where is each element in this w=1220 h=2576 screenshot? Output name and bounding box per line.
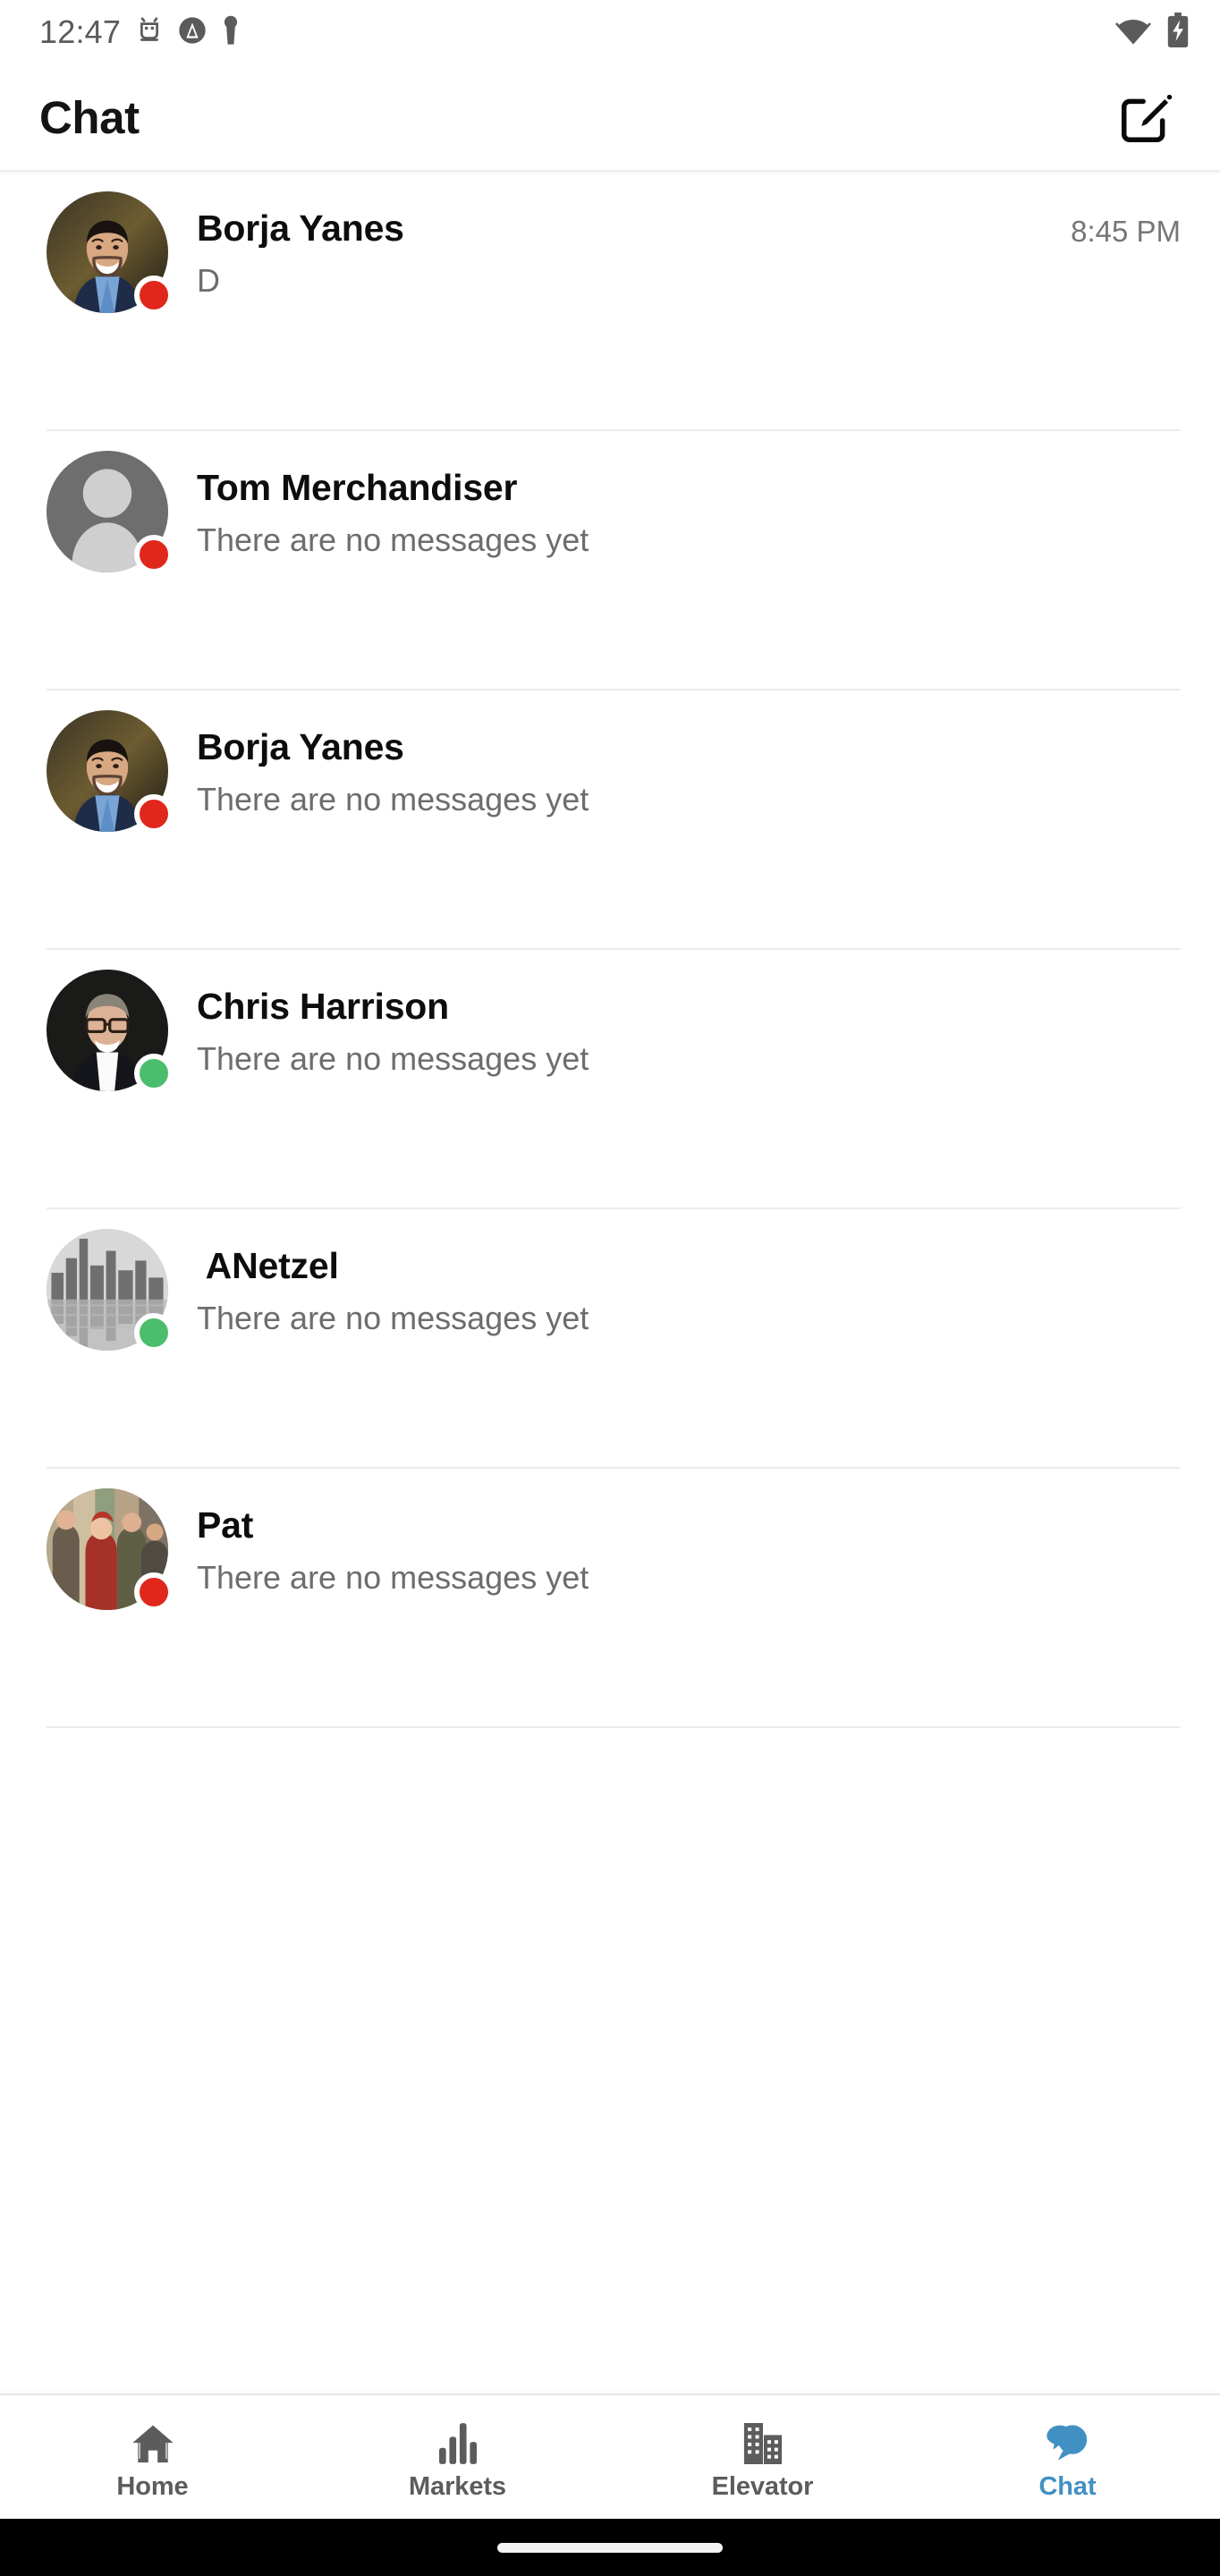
conversation-preview: There are no messages yet <box>197 1560 589 1596</box>
conversation-row[interactable]: Tom Merchandiser There are no messages y… <box>0 431 1220 691</box>
avatar <box>47 970 174 1093</box>
conversation-preview: There are no messages yet <box>197 1301 589 1336</box>
app-header: Chat <box>0 64 1220 172</box>
home-indicator[interactable] <box>497 2542 723 2553</box>
conversation-preview: D <box>197 263 220 299</box>
conversation-text: Borja Yanes D <box>168 172 1071 299</box>
conversation-name: Borja Yanes <box>197 209 404 249</box>
conversation-row[interactable]: ANetzel There are no messages yet <box>0 1209 1220 1469</box>
status-bar: 12:47 <box>0 0 1220 64</box>
conversation-name: Tom Merchandiser <box>197 469 518 508</box>
conversation-row[interactable]: Chris Harrison There are no messages yet <box>0 950 1220 1209</box>
avatar <box>47 451 174 574</box>
android-debug-icon <box>136 16 163 49</box>
nav-tab-chat[interactable]: Chat <box>915 2395 1220 2519</box>
status-badge <box>134 275 174 315</box>
conversation-list[interactable]: Borja Yanes D 8:45 PM Tom Merchandiser T… <box>0 172 1220 2394</box>
bottom-navigation: Home Markets Elevator Chat <box>0 2394 1220 2519</box>
status-badge <box>134 1313 174 1352</box>
conversation-name: Chris Harrison <box>197 987 449 1027</box>
nav-tab-home-label: Home <box>116 2472 189 2501</box>
nav-tab-markets[interactable]: Markets <box>305 2395 610 2519</box>
conversation-text: ANetzel There are no messages yet <box>168 1209 1181 1336</box>
vpn-key-icon <box>178 16 207 49</box>
conversation-timestamp: 8:45 PM <box>1071 215 1181 248</box>
avatar <box>47 1488 174 1612</box>
status-badge <box>134 1054 174 1093</box>
app-screen: 12:47 Chat Borja Yanes D 8:45 PM Tom Mer… <box>0 0 1220 2576</box>
battery-charging-icon <box>1166 12 1190 53</box>
nav-tab-markets-label: Markets <box>409 2472 506 2501</box>
page-title: Chat <box>39 91 140 143</box>
conversation-row[interactable]: Pat There are no messages yet <box>0 1469 1220 1728</box>
nav-tab-chat-label: Chat <box>1038 2472 1097 2501</box>
bar-chart-icon <box>438 2418 477 2464</box>
usb-icon <box>222 15 240 50</box>
conversation-text: Tom Merchandiser There are no messages y… <box>168 431 1181 558</box>
status-badge <box>134 1572 174 1612</box>
conversation-text: Borja Yanes There are no messages yet <box>168 691 1181 818</box>
status-bar-left: 12:47 <box>39 13 240 51</box>
nav-tab-elevator-label: Elevator <box>711 2472 814 2501</box>
conversation-text: Pat There are no messages yet <box>168 1469 1181 1596</box>
compose-icon[interactable] <box>1113 83 1181 151</box>
status-bar-right <box>1114 12 1190 53</box>
conversation-name: Borja Yanes <box>197 728 404 767</box>
avatar <box>47 191 174 315</box>
conversation-preview: There are no messages yet <box>197 522 589 558</box>
conversation-text: Chris Harrison There are no messages yet <box>168 950 1181 1077</box>
chat-bubbles-icon <box>1045 2418 1091 2464</box>
conversation-preview: There are no messages yet <box>197 1041 589 1077</box>
system-gesture-bar <box>0 2519 1220 2576</box>
avatar <box>47 1229 174 1352</box>
conversation-name: Pat <box>197 1506 254 1546</box>
conversation-preview: There are no messages yet <box>197 782 589 818</box>
nav-tab-elevator[interactable]: Elevator <box>610 2395 915 2519</box>
conversation-row[interactable]: Borja Yanes D 8:45 PM <box>0 172 1220 431</box>
conversation-row[interactable]: Borja Yanes There are no messages yet <box>0 691 1220 950</box>
wifi-icon <box>1114 15 1152 50</box>
nav-tab-home[interactable]: Home <box>0 2395 305 2519</box>
building-icon <box>742 2418 784 2464</box>
status-badge <box>134 794 174 834</box>
avatar <box>47 710 174 834</box>
home-icon <box>131 2418 175 2464</box>
status-bar-clock: 12:47 <box>39 13 122 50</box>
conversation-name: ANetzel <box>197 1247 339 1286</box>
status-badge <box>134 535 174 574</box>
